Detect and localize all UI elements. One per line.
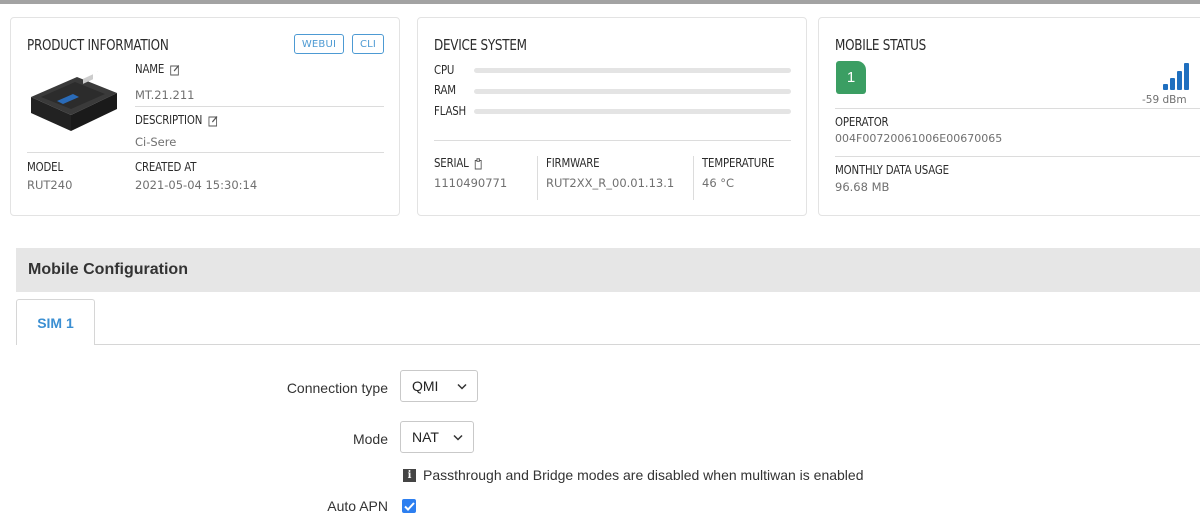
- created-at-label: CREATED AT: [135, 160, 197, 174]
- product-information-title: PRODUCT INFORMATION: [27, 36, 169, 54]
- checkmark-icon: [403, 501, 415, 511]
- operator-label: OPERATOR: [835, 115, 889, 129]
- divider: [693, 156, 694, 200]
- divider: [835, 156, 1200, 157]
- cpu-usage-bar: [474, 68, 791, 73]
- divider: [835, 108, 1200, 109]
- connection-type-label: Connection type: [286, 380, 388, 396]
- auto-apn-label: Auto APN: [327, 498, 388, 514]
- mode-label: Mode: [352, 431, 388, 447]
- model-value: RUT240: [27, 178, 73, 192]
- firmware-value: RUT2XX_R_00.01.13.1: [546, 176, 675, 190]
- mode-value: NAT: [412, 429, 439, 445]
- temperature-value: 46 °C: [702, 176, 735, 190]
- temperature-label: TEMPERATURE: [702, 156, 775, 170]
- signal-bar: [1170, 78, 1175, 90]
- mobile-status-card: MOBILE STATUS 1 -59 dBm OPERATOR 004F007…: [818, 17, 1200, 216]
- edit-description-icon[interactable]: [208, 115, 218, 127]
- name-label: NAME: [135, 62, 180, 76]
- name-label-text: NAME: [135, 62, 165, 76]
- top-border: [0, 0, 1200, 4]
- edit-name-icon[interactable]: [170, 64, 180, 76]
- info-text: Passthrough and Bridge modes are disable…: [423, 467, 864, 483]
- copy-serial-icon[interactable]: [474, 157, 483, 170]
- serial-label-text: SERIAL: [434, 156, 469, 170]
- divider: [135, 106, 384, 107]
- serial-label: SERIAL: [434, 156, 484, 170]
- divider: [537, 156, 538, 200]
- signal-strength-value: -59 dBm: [1142, 94, 1187, 106]
- firmware-label: FIRMWARE: [546, 156, 600, 170]
- mobile-status-title: MOBILE STATUS: [835, 36, 927, 54]
- serial-value: 1110490771: [434, 176, 508, 190]
- sim-slot-badge: 1: [836, 61, 866, 94]
- mobile-configuration-header: Mobile Configuration: [16, 248, 1200, 292]
- mode-select[interactable]: NAT: [400, 421, 474, 453]
- signal-strength-icon: [1163, 63, 1189, 90]
- mode-info-note: i Passthrough and Bridge modes are disab…: [403, 467, 864, 483]
- monthly-data-usage-label: MONTHLY DATA USAGE: [835, 163, 949, 177]
- device-system-card: DEVICE SYSTEM CPU RAM FLASH SERIAL 11104…: [417, 17, 807, 216]
- divider: [434, 140, 791, 141]
- created-at-value: 2021-05-04 15:30:14: [135, 178, 258, 192]
- description-value: Ci-Sere: [135, 135, 177, 149]
- monthly-data-usage-value: 96.68 MB: [835, 180, 890, 194]
- product-information-card: PRODUCT INFORMATION WEBUI CLI NAME MT.21…: [10, 17, 400, 216]
- chevron-down-icon: [457, 383, 467, 390]
- webui-button[interactable]: WEBUI: [294, 34, 344, 54]
- info-icon: i: [403, 468, 416, 482]
- signal-bar: [1163, 84, 1168, 90]
- tab-sim-1[interactable]: SIM 1: [16, 299, 95, 345]
- tab-bar-border: [95, 344, 1200, 345]
- flash-label: FLASH: [434, 104, 467, 118]
- cpu-label: CPU: [434, 63, 455, 77]
- flash-usage-bar: [474, 109, 791, 114]
- router-image: [31, 71, 117, 131]
- name-value: MT.21.211: [135, 88, 195, 102]
- tab-label: SIM 1: [37, 315, 74, 331]
- signal-bar: [1184, 63, 1189, 90]
- cli-button[interactable]: CLI: [352, 34, 384, 54]
- divider: [27, 152, 384, 153]
- section-title: Mobile Configuration: [28, 261, 188, 278]
- ram-usage-bar: [474, 89, 791, 94]
- auto-apn-checkbox[interactable]: [402, 499, 416, 513]
- model-label: MODEL: [27, 160, 63, 174]
- description-label-text: DESCRIPTION: [135, 113, 203, 127]
- ram-label: RAM: [434, 83, 456, 97]
- chevron-down-icon: [453, 434, 463, 441]
- connection-type-select[interactable]: QMI: [400, 370, 478, 402]
- device-system-title: DEVICE SYSTEM: [434, 36, 527, 54]
- connection-type-value: QMI: [412, 378, 439, 394]
- signal-bar: [1177, 71, 1182, 90]
- description-label: DESCRIPTION: [135, 113, 218, 127]
- operator-value: 004F00720061006E00670065: [835, 132, 1003, 145]
